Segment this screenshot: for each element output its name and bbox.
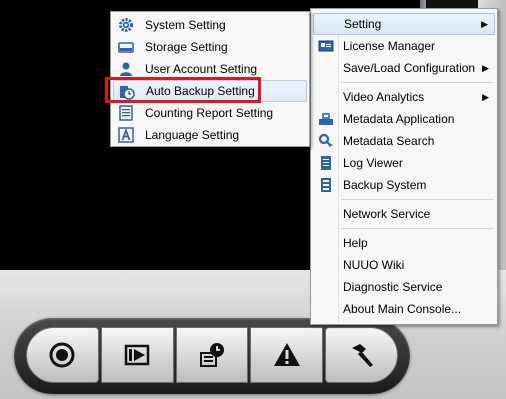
menu-separator [341,199,493,200]
alarm-button[interactable] [250,327,324,383]
submenu-item-label: Counting Report Setting [145,106,274,120]
menu-item-label: Diagnostic Service [343,280,443,294]
setting-submenu: System Setting Storage Setting User Acco… [110,11,310,147]
main-context-menu: Setting ▶ License Manager Save/Load Conf… [310,8,498,325]
submenu-item-storage-setting[interactable]: Storage Setting [113,36,307,58]
menu-item-metadata-application[interactable]: Metadata Application [313,108,495,130]
submenu-item-auto-backup-setting[interactable]: Auto Backup Setting [113,80,307,102]
tools-hammer-icon [351,344,373,367]
submenu-arrow-icon: ▶ [482,63,489,73]
menu-item-help[interactable]: Help [313,232,495,254]
main-toolbar [14,318,410,394]
submenu-item-system-setting[interactable]: System Setting [113,14,307,36]
submenu-item-language-setting[interactable]: Language Setting [113,124,307,146]
language-a-icon [118,127,134,143]
menu-item-nuuo-wiki[interactable]: NUUO Wiki [313,254,495,276]
menu-item-label: Save/Load Configuration [343,61,476,75]
menu-item-label: Backup System [343,178,427,192]
record-button[interactable] [26,327,99,383]
record-icon [49,342,75,368]
playback-icon [124,344,150,366]
menu-item-label: Log Viewer [343,156,403,170]
menu-item-about-main-console[interactable]: About Main Console... [313,298,495,320]
backup-system-icon [321,178,331,192]
schedule-button[interactable] [175,327,249,383]
menu-item-video-analytics[interactable]: Video Analytics ▶ [313,86,495,108]
user-icon [120,62,132,76]
menu-item-label: License Manager [343,39,436,53]
submenu-item-label: User Account Setting [145,62,258,76]
tools-button[interactable] [325,327,398,383]
auto-backup-clock-icon [120,86,135,100]
menu-item-metadata-search[interactable]: Metadata Search [313,130,495,152]
menu-item-label: Metadata Application [343,112,455,126]
menu-separator [341,82,493,83]
playback-button[interactable] [100,327,174,383]
submenu-arrow-icon: ▶ [482,92,489,102]
menu-item-license-manager[interactable]: License Manager [313,35,495,57]
submenu-arrow-icon: ▶ [481,19,488,29]
metadata-search-icon [318,133,333,147]
menu-item-label: Video Analytics [343,90,425,104]
gear-icon [119,18,133,32]
storage-drive-icon [118,42,134,53]
metadata-app-icon [319,113,333,125]
menu-item-label: Help [343,236,368,250]
menu-item-diagnostic-service[interactable]: Diagnostic Service [313,276,495,298]
schedule-icon [199,343,224,367]
submenu-item-label: Storage Setting [145,40,228,54]
submenu-item-label: System Setting [145,18,226,32]
submenu-item-label: Auto Backup Setting [146,84,255,98]
menu-item-backup-system[interactable]: Backup System [313,174,495,196]
menu-item-setting[interactable]: Setting ▶ [313,13,495,35]
menu-item-label: About Main Console... [343,302,462,316]
submenu-item-user-account-setting[interactable]: User Account Setting [113,58,307,80]
menu-item-log-viewer[interactable]: Log Viewer [313,152,495,174]
menu-separator [341,228,493,229]
menu-item-label: Setting [344,17,382,31]
menu-item-label: NUUO Wiki [343,258,405,272]
report-sheet-icon [119,105,133,121]
license-card-icon [318,40,334,52]
submenu-item-label: Language Setting [145,128,240,142]
log-viewer-icon [321,156,331,170]
menu-item-network-service[interactable]: Network Service [313,203,495,225]
menu-item-save-load-configuration[interactable]: Save/Load Configuration ▶ [313,57,495,79]
menu-item-label: Metadata Search [343,134,435,148]
submenu-item-counting-report-setting[interactable]: Counting Report Setting [113,102,307,124]
warning-icon [273,343,300,366]
menu-item-label: Network Service [343,207,431,221]
